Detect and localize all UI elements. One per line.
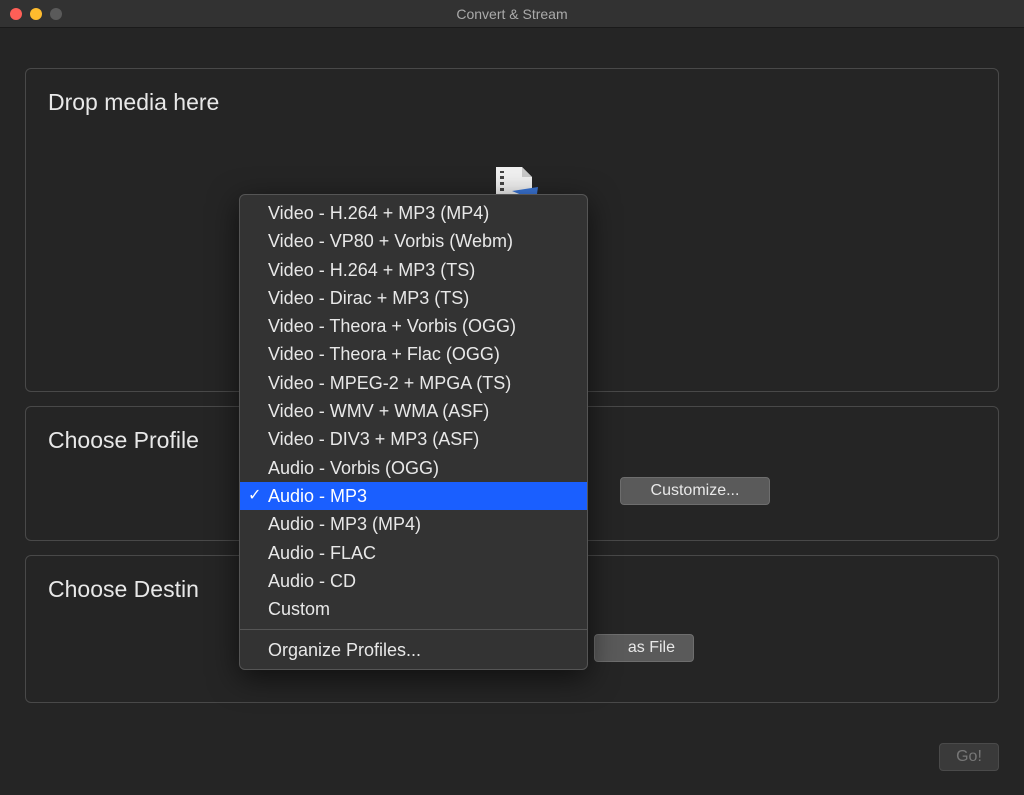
- profile-option[interactable]: Video - Theora + Flac (OGG): [240, 340, 587, 368]
- profile-option-label: Video - DIV3 + MP3 (ASF): [268, 429, 479, 449]
- profile-option[interactable]: Custom: [240, 595, 587, 623]
- profile-option-label: Video - Dirac + MP3 (TS): [268, 288, 469, 308]
- profile-option[interactable]: Video - H.264 + MP3 (TS): [240, 256, 587, 284]
- window-controls: [0, 8, 62, 20]
- profile-option-label: Video - Theora + Flac (OGG): [268, 344, 500, 364]
- customize-button-label: Customize...: [651, 482, 740, 500]
- profile-option[interactable]: Audio - Vorbis (OGG): [240, 454, 587, 482]
- go-button[interactable]: Go!: [939, 743, 999, 771]
- profile-option[interactable]: Video - MPEG-2 + MPGA (TS): [240, 369, 587, 397]
- profile-option-label: Custom: [268, 599, 330, 619]
- profile-option[interactable]: Video - WMV + WMA (ASF): [240, 397, 587, 425]
- organize-profiles-item[interactable]: Organize Profiles...: [240, 636, 587, 664]
- organize-profiles-label: Organize Profiles...: [268, 640, 421, 660]
- profile-option-label: Audio - FLAC: [268, 543, 376, 563]
- profile-option[interactable]: Video - VP80 + Vorbis (Webm): [240, 227, 587, 255]
- profile-option[interactable]: Video - H.264 + MP3 (MP4): [240, 199, 587, 227]
- profile-option[interactable]: Audio - FLAC: [240, 539, 587, 567]
- profile-dropdown-menu: Video - H.264 + MP3 (MP4) Video - VP80 + …: [239, 194, 588, 670]
- go-button-label: Go!: [956, 748, 982, 766]
- profile-option[interactable]: Audio - MP3 (MP4): [240, 510, 587, 538]
- check-icon: ✓: [248, 482, 261, 510]
- menu-separator: [240, 629, 587, 630]
- profile-option[interactable]: Audio - CD: [240, 567, 587, 595]
- profile-option-label: Video - H.264 + MP3 (MP4): [268, 203, 489, 223]
- customize-button[interactable]: Customize...: [620, 477, 770, 505]
- profile-option-label: Audio - MP3: [268, 486, 367, 506]
- save-as-file-label: as File: [628, 639, 675, 657]
- close-window-button[interactable]: [10, 8, 22, 20]
- profile-option-label: Video - H.264 + MP3 (TS): [268, 260, 475, 280]
- save-as-file-button[interactable]: as File: [594, 634, 694, 662]
- profile-option[interactable]: Video - Theora + Vorbis (OGG): [240, 312, 587, 340]
- profile-option[interactable]: Video - DIV3 + MP3 (ASF): [240, 425, 587, 453]
- titlebar: Convert & Stream: [0, 0, 1024, 28]
- profile-option[interactable]: ✓ Audio - MP3: [240, 482, 587, 510]
- zoom-window-button[interactable]: [50, 8, 62, 20]
- profile-option[interactable]: Video - Dirac + MP3 (TS): [240, 284, 587, 312]
- drop-media-label: Drop media here: [26, 69, 998, 116]
- profile-option-label: Video - Theora + Vorbis (OGG): [268, 316, 516, 336]
- profile-option-label: Audio - CD: [268, 571, 356, 591]
- profile-option-label: Audio - Vorbis (OGG): [268, 458, 439, 478]
- window-title: Convert & Stream: [0, 6, 1024, 22]
- profile-option-label: Video - WMV + WMA (ASF): [268, 401, 489, 421]
- profile-option-label: Video - VP80 + Vorbis (Webm): [268, 231, 513, 251]
- profile-option-label: Audio - MP3 (MP4): [268, 514, 421, 534]
- profile-option-label: Video - MPEG-2 + MPGA (TS): [268, 373, 511, 393]
- minimize-window-button[interactable]: [30, 8, 42, 20]
